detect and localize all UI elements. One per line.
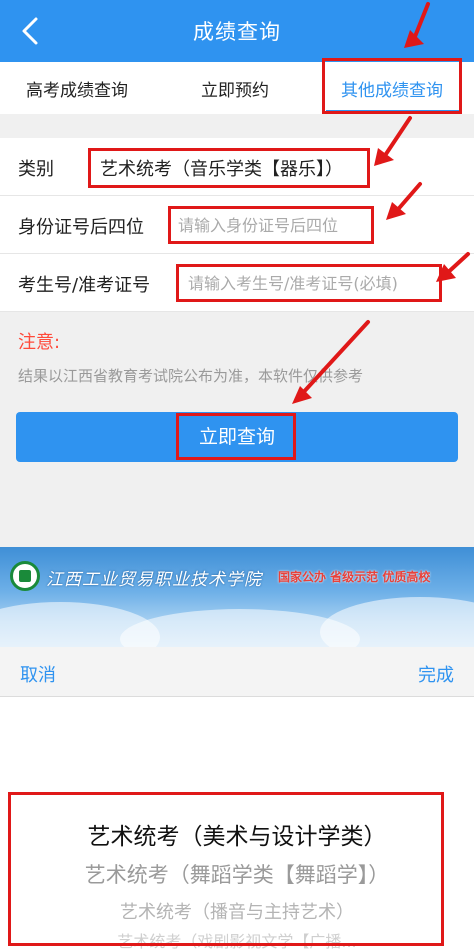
annotation-arrow [298,320,370,398]
annotation-arrow [380,116,412,162]
annotation-arrows [292,2,470,404]
